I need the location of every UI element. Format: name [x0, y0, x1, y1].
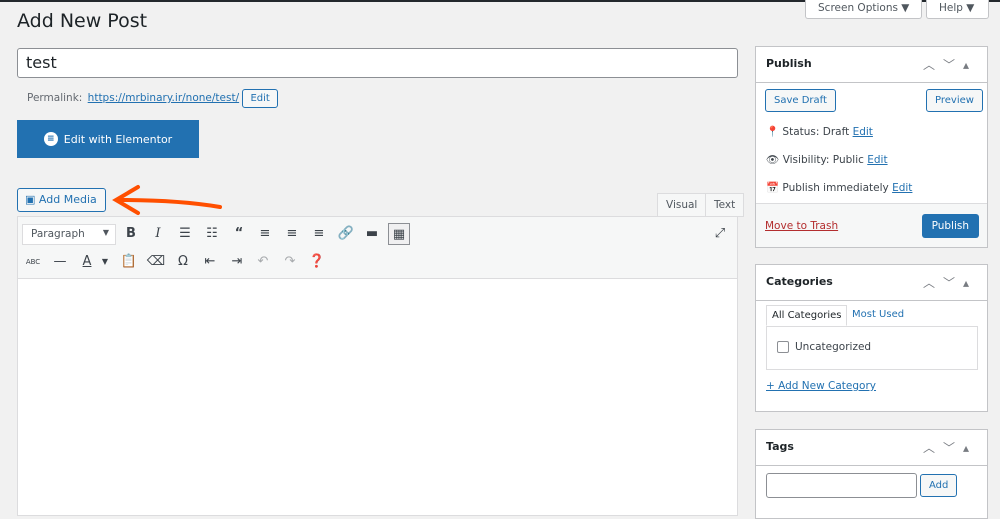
chevron-down-icon[interactable]: ▼ — [94, 251, 116, 273]
pin-icon: 📍 — [766, 126, 780, 138]
tags-title: Tags — [766, 440, 794, 453]
checkbox[interactable] — [777, 341, 789, 353]
page-title: Add New Post — [17, 10, 148, 32]
categories-panel: Categories ︿﹀▴ All Categories Most Used U… — [755, 264, 988, 412]
tab-visual[interactable]: Visual — [657, 193, 707, 217]
elementor-label: Edit with Elementor — [63, 132, 173, 146]
category-list: Uncategorized — [766, 326, 978, 370]
visibility-row: 👁 Visibility: Public Edit — [766, 153, 888, 166]
bold-icon[interactable]: B — [120, 223, 142, 245]
tags-panel: Tags ︿﹀▴ Add — [755, 429, 988, 519]
permalink-edit-button[interactable]: Edit — [242, 89, 278, 108]
add-media-label: Add Media — [38, 193, 97, 206]
edit-with-elementor-button[interactable]: ≡ Edit with Elementor — [17, 120, 199, 158]
align-center-icon[interactable]: ≡ — [281, 223, 303, 245]
indent-icon[interactable]: ⇥ — [226, 251, 248, 273]
help-icon[interactable]: ❓ — [306, 251, 328, 273]
clear-formatting-icon[interactable]: ⌫ — [145, 251, 167, 273]
status-edit-link[interactable]: Edit — [853, 126, 873, 138]
strikethrough-icon[interactable]: ABC — [22, 251, 44, 273]
tag-input[interactable] — [766, 473, 917, 498]
permalink: Permalink: https://mrbinary.ir/none/test… — [27, 89, 278, 108]
numbered-list-icon[interactable]: ☷ — [201, 223, 223, 245]
schedule-row: 📅 Publish immediately Edit — [766, 181, 912, 194]
tab-text[interactable]: Text — [705, 193, 745, 217]
categories-title: Categories — [766, 275, 833, 288]
categories-panel-header: Categories ︿﹀▴ — [756, 265, 987, 301]
add-new-category-link[interactable]: + Add New Category — [766, 380, 876, 392]
chevron-down-icon: ▼ — [102, 228, 109, 237]
read-more-icon[interactable]: ▬ — [361, 223, 383, 245]
schedule-text: Publish immediately — [782, 182, 889, 194]
tab-all-categories[interactable]: All Categories — [766, 305, 848, 326]
add-media-button[interactable]: ▣ Add Media — [17, 188, 106, 212]
save-draft-button[interactable]: Save Draft — [765, 89, 836, 112]
bullet-list-icon[interactable]: ☰ — [174, 223, 196, 245]
screen-options-button[interactable]: Screen Options ▼ — [805, 0, 923, 19]
panel-controls[interactable]: ︿﹀▴ — [923, 56, 977, 73]
content-editor[interactable]: Paragraph ▼ B I ☰ ☷ “ ≡ ≡ ≡ 🔗 ▬ ▦ ⤢ ABC —… — [17, 216, 738, 516]
format-select[interactable]: Paragraph ▼ — [22, 224, 116, 245]
calendar-icon: 📅 — [766, 182, 780, 194]
category-item[interactable]: Uncategorized — [777, 341, 871, 353]
tags-panel-header: Tags ︿﹀▴ — [756, 430, 987, 466]
editor-toolbar: Paragraph ▼ B I ☰ ☷ “ ≡ ≡ ≡ 🔗 ▬ ▦ ⤢ ABC —… — [18, 217, 737, 279]
help-button[interactable]: Help ▼ — [926, 0, 989, 19]
category-label: Uncategorized — [795, 341, 872, 353]
publish-panel: Publish ︿﹀▴ Save Draft Preview 📍 Status: … — [755, 46, 988, 248]
link-icon[interactable]: 🔗 — [335, 223, 357, 245]
italic-icon[interactable]: I — [147, 223, 169, 245]
format-select-value: Paragraph — [31, 228, 85, 240]
panel-controls[interactable]: ︿﹀▴ — [923, 274, 977, 291]
fullscreen-icon[interactable]: ⤢ — [709, 223, 731, 245]
move-to-trash-link[interactable]: Move to Trash — [765, 220, 838, 232]
publish-button[interactable]: Publish — [921, 214, 979, 238]
permalink-label: Permalink: — [27, 92, 83, 104]
redo-icon[interactable]: ↷ — [279, 251, 301, 273]
undo-icon[interactable]: ↶ — [252, 251, 274, 273]
schedule-edit-link[interactable]: Edit — [892, 182, 912, 194]
post-title-input[interactable]: test — [17, 48, 738, 78]
horizontal-line-icon[interactable]: — — [49, 251, 71, 273]
blockquote-icon[interactable]: “ — [228, 223, 250, 245]
align-left-icon[interactable]: ≡ — [254, 223, 276, 245]
publish-title: Publish — [766, 57, 812, 70]
status-row: 📍 Status: Draft Edit — [766, 125, 873, 138]
publish-panel-header: Publish ︿﹀▴ — [756, 47, 987, 83]
preview-button[interactable]: Preview — [926, 89, 983, 112]
publish-actions: Move to Trash Publish — [756, 203, 987, 247]
permalink-link[interactable]: https://mrbinary.ir/none/test/ — [88, 92, 239, 104]
add-tag-button[interactable]: Add — [920, 474, 958, 497]
toolbar-toggle-icon[interactable]: ▦ — [388, 223, 410, 245]
media-icon: ▣ — [25, 193, 36, 206]
outdent-icon[interactable]: ⇤ — [199, 251, 221, 273]
annotation-arrow — [112, 185, 222, 215]
special-character-icon[interactable]: Ω — [172, 251, 194, 273]
paste-text-icon[interactable]: 📋 — [118, 251, 140, 273]
panel-controls[interactable]: ︿﹀▴ — [923, 439, 977, 456]
visibility-text: Visibility: Public — [782, 154, 864, 166]
tab-most-used[interactable]: Most Used — [852, 309, 904, 320]
elementor-icon: ≡ — [43, 132, 58, 146]
visibility-edit-link[interactable]: Edit — [867, 154, 887, 166]
eye-icon: 👁 — [766, 154, 780, 166]
status-text: Status: Draft — [782, 126, 850, 138]
align-right-icon[interactable]: ≡ — [308, 223, 330, 245]
